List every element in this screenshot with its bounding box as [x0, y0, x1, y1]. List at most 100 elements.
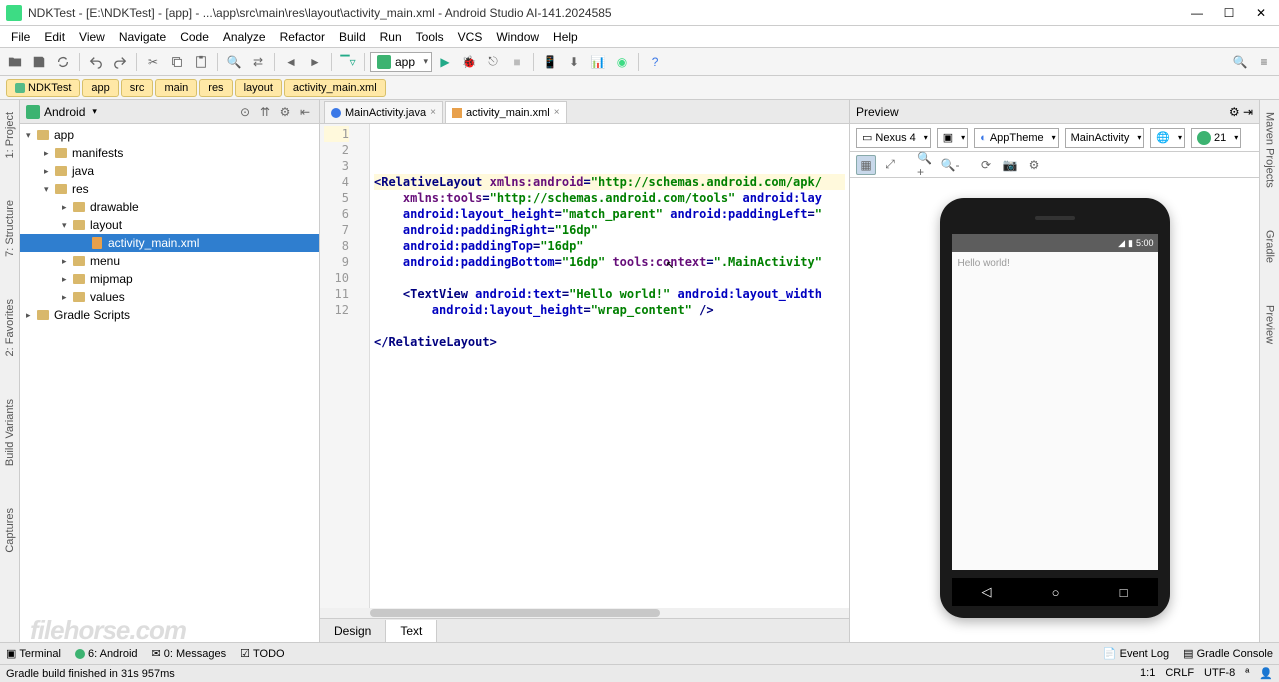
undo-button[interactable] — [85, 51, 107, 73]
menu-edit[interactable]: Edit — [37, 27, 72, 47]
close-tab-icon[interactable]: × — [554, 107, 560, 118]
back-button[interactable]: ◄ — [280, 51, 302, 73]
tree-folder[interactable]: ▸drawable — [20, 198, 319, 216]
tree-folder[interactable]: ▸menu — [20, 252, 319, 270]
collapse-all-icon[interactable]: ⇈ — [257, 104, 273, 120]
maximize-button[interactable]: ☐ — [1217, 5, 1241, 21]
editor-body[interactable]: 123456789101112 ↖ <RelativeLayout xmlns:… — [320, 124, 849, 608]
monitor-button[interactable]: 📊 — [587, 51, 609, 73]
zoom-in-icon[interactable]: 🔍+ — [916, 155, 936, 175]
activity-combo[interactable]: MainActivity — [1065, 128, 1145, 148]
minimize-button[interactable]: — — [1185, 5, 1209, 21]
run-config-combo[interactable]: app — [370, 52, 432, 72]
project-tree[interactable]: ▾app▸manifests▸java▾res▸drawable▾layouta… — [20, 124, 319, 642]
breadcrumb-item[interactable]: layout — [235, 79, 282, 97]
android-icon[interactable]: ◉ — [611, 51, 633, 73]
search-everywhere-button[interactable]: 🔍 — [1229, 51, 1251, 73]
menu-build[interactable]: Build — [332, 27, 373, 47]
tree-folder[interactable]: ▾app — [20, 126, 319, 144]
line-separator[interactable]: CRLF — [1165, 667, 1194, 680]
side-tab[interactable]: 2: Favorites — [2, 293, 18, 362]
editor-hscroll[interactable] — [320, 608, 849, 618]
screenshot-icon[interactable]: 📷 — [1000, 155, 1020, 175]
breadcrumb-item[interactable]: src — [121, 79, 154, 97]
help-button[interactable]: ? — [644, 51, 666, 73]
render-mode-icon[interactable]: ▦ — [856, 155, 876, 175]
gradle-console-tab[interactable]: ▤ Gradle Console — [1183, 647, 1273, 660]
tree-folder[interactable]: ▸Gradle Scripts — [20, 306, 319, 324]
menu-refactor[interactable]: Refactor — [273, 27, 332, 47]
menu-help[interactable]: Help — [546, 27, 585, 47]
side-tab[interactable]: Captures — [2, 502, 18, 559]
menu-navigate[interactable]: Navigate — [112, 27, 173, 47]
scroll-source-icon[interactable]: ⊙ — [237, 104, 253, 120]
editor-tab[interactable]: activity_main.xml× — [445, 101, 567, 123]
messages-tab[interactable]: ✉ 0: Messages — [152, 647, 227, 660]
menu-file[interactable]: File — [4, 27, 37, 47]
menu-vcs[interactable]: VCS — [451, 27, 490, 47]
theme-combo[interactable]: ◐AppTheme — [974, 128, 1058, 148]
todo-tab[interactable]: ☑ TODO — [240, 647, 284, 660]
avd-button[interactable]: 📱 — [539, 51, 561, 73]
forward-button[interactable]: ► — [304, 51, 326, 73]
settings-dropdown-icon[interactable]: ≡ — [1253, 51, 1275, 73]
refresh-icon[interactable]: ⟳ — [976, 155, 996, 175]
menu-view[interactable]: View — [72, 27, 112, 47]
make-button[interactable]: ▔▿ — [337, 51, 359, 73]
debug-button[interactable]: 🐞 — [458, 51, 480, 73]
side-tab[interactable]: Build Variants — [2, 393, 18, 472]
project-settings-icon[interactable]: ⚙ — [277, 104, 293, 120]
zoom-out-icon[interactable]: 🔍- — [940, 155, 960, 175]
attach-button[interactable]: ⎋ — [482, 51, 504, 73]
device-combo[interactable]: ▭Nexus 4 — [856, 128, 931, 148]
tree-folder[interactable]: ▾res — [20, 180, 319, 198]
breadcrumb-item[interactable]: main — [155, 79, 197, 97]
zoom-fit-icon[interactable]: ⤢ — [880, 155, 900, 175]
event-log-tab[interactable]: 📄 Event Log — [1103, 647, 1169, 660]
sdk-button[interactable]: ⬇ — [563, 51, 585, 73]
close-tab-icon[interactable]: × — [430, 107, 436, 118]
run-button[interactable]: ▶ — [434, 51, 456, 73]
breadcrumb-item[interactable]: app — [82, 79, 118, 97]
paste-button[interactable] — [190, 51, 212, 73]
redo-button[interactable] — [109, 51, 131, 73]
copy-button[interactable] — [166, 51, 188, 73]
side-tab[interactable]: 7: Structure — [2, 194, 18, 263]
cut-button[interactable]: ✂ — [142, 51, 164, 73]
breadcrumb-item[interactable]: res — [199, 79, 232, 97]
tree-file-selected[interactable]: activity_main.xml — [20, 234, 319, 252]
orientation-combo[interactable]: ▣ — [937, 128, 968, 148]
locale-combo[interactable]: 🌐 — [1150, 128, 1185, 148]
text-tab[interactable]: Text — [386, 620, 437, 642]
preview-settings-icon[interactable]: ⚙ — [1229, 105, 1240, 119]
preview-options-icon[interactable]: ⚙ — [1024, 155, 1044, 175]
menu-tools[interactable]: Tools — [409, 27, 451, 47]
context-indicator[interactable]: ª — [1245, 667, 1249, 680]
stop-button[interactable]: ■ — [506, 51, 528, 73]
file-encoding[interactable]: UTF-8 — [1204, 667, 1235, 680]
side-tab[interactable]: 1: Project — [2, 106, 18, 164]
api-combo[interactable]: 21 — [1191, 128, 1241, 148]
replace-button[interactable]: ⇄ — [247, 51, 269, 73]
side-tab[interactable]: Gradle — [1262, 224, 1278, 269]
android-tab[interactable]: 6: Android — [75, 648, 138, 660]
menu-window[interactable]: Window — [489, 27, 546, 47]
tree-folder[interactable]: ▸manifests — [20, 144, 319, 162]
menu-analyze[interactable]: Analyze — [216, 27, 273, 47]
tree-folder[interactable]: ▸java — [20, 162, 319, 180]
terminal-tab[interactable]: ▣ Terminal — [6, 647, 61, 660]
tree-folder[interactable]: ▸values — [20, 288, 319, 306]
breadcrumb-item[interactable]: NDKTest — [6, 79, 80, 97]
save-button[interactable] — [28, 51, 50, 73]
design-tab[interactable]: Design — [320, 620, 386, 642]
open-button[interactable] — [4, 51, 26, 73]
side-tab[interactable]: Maven Projects — [1262, 106, 1278, 194]
breadcrumb-item[interactable]: activity_main.xml — [284, 79, 386, 97]
side-tab[interactable]: Preview — [1262, 299, 1278, 350]
hide-panel-icon[interactable]: ⇤ — [297, 104, 313, 120]
menu-code[interactable]: Code — [173, 27, 216, 47]
tree-folder[interactable]: ▾layout — [20, 216, 319, 234]
preview-hide-icon[interactable]: ⇥ — [1243, 105, 1253, 119]
menu-run[interactable]: Run — [373, 27, 409, 47]
tree-folder[interactable]: ▸mipmap — [20, 270, 319, 288]
